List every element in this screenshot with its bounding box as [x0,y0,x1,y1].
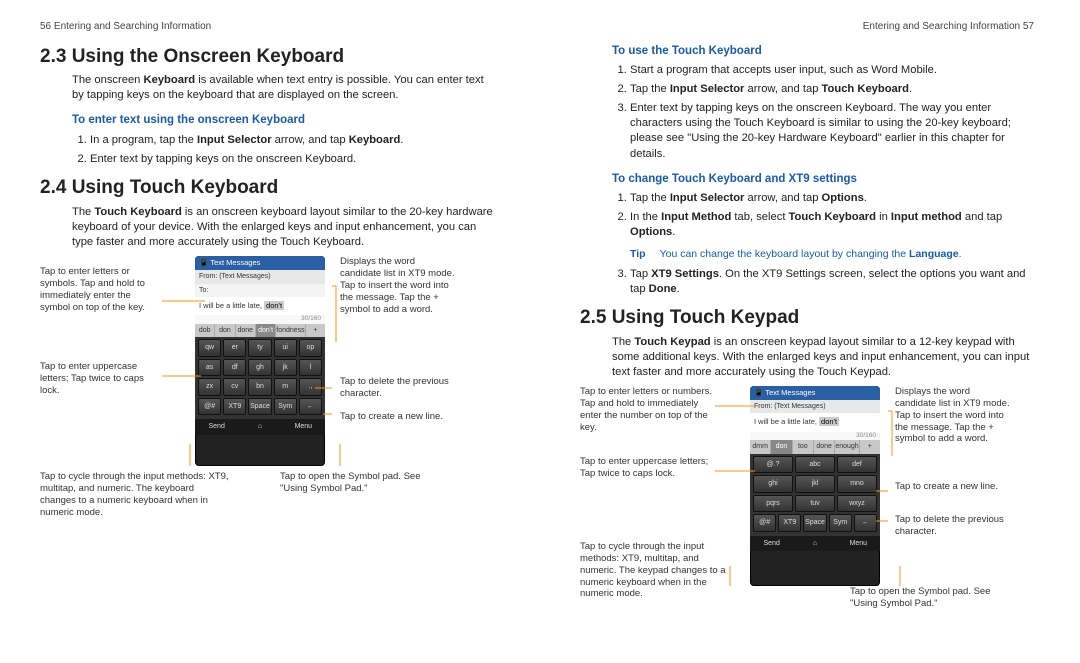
callout-symbolpad: Tap to open the Symbol pad. See "Using S… [850,586,1020,610]
touch-keypad-diagram: 📱 Text Messages From: (Text Messages) I … [580,386,1034,636]
page-57: Entering and Searching Information 57 To… [540,0,1080,663]
phone-title-bar: 📱 Text Messages [750,386,880,400]
phone-from: From: (Text Messages) [195,270,325,283]
section-2-3-body: The onscreen Keyboard is available when … [72,73,494,167]
callout-symbolpad: Tap to open the Symbol pad. See "Using S… [280,471,450,495]
step: Start a program that accepts user input,… [630,63,1034,78]
section-2-5-body: The Touch Keypad is an onscreen keypad l… [612,335,1034,380]
phone-message: I will be a little late, don't [195,297,325,315]
subhead-change-settings: To change Touch Keyboard and XT9 setting… [612,172,1034,188]
subhead-enter-text: To enter text using the onscreen Keyboar… [72,113,494,129]
steps-list: Tap the Input Selector arrow, and tap Op… [612,191,1034,240]
phone-message: I will be a little late, don't [750,413,880,431]
callout-caps: Tap to enter uppercase letters; Tap twic… [580,456,710,480]
steps-list: Tap XT9 Settings. On the XT9 Settings sc… [612,267,1034,297]
callout-cycle: Tap to cycle through the input methods: … [40,471,230,519]
prediction-row: dmmdontoodoneenough+ [750,440,880,453]
step: Tap XT9 Settings. On the XT9 Settings sc… [630,267,1034,297]
phone-from: From: (Text Messages) [750,400,880,413]
phone-counter: 30/160 [195,315,325,324]
callout-newline: Tap to create a new line. [340,411,455,423]
callout-letters: Tap to enter letters or numbers. Tap and… [580,386,720,434]
phone-counter: 30/160 [750,432,880,441]
step: Enter text by tapping keys on the onscre… [90,152,494,167]
step: In the Input Method tab, select Touch Ke… [630,210,1034,240]
callout-letters: Tap to enter letters or symbols. Tap and… [40,266,160,314]
tip-text: You can change the keyboard layout by ch… [660,247,962,261]
page-56: 56 Entering and Searching Information 2.… [0,0,540,663]
running-head-left: 56 Entering and Searching Information [40,20,494,34]
phone-bottom-bar: Send⌂Menu [750,536,880,551]
step: Tap the Input Selector arrow, and tap To… [630,82,1034,97]
text: The onscreen [72,74,144,86]
callout-caps: Tap to enter uppercase letters; Tap twic… [40,361,160,397]
steps-list: In a program, tap the Input Selector arr… [72,133,494,167]
phone-screenshot-12key: 📱 Text Messages From: (Text Messages) I … [750,386,880,586]
callout-cycle: Tap to cycle through the input methods: … [580,541,730,600]
section-2-4-title: 2.4 Using Touch Keyboard [40,175,494,201]
keypad-12key: @.?abcdef ghijklmno pqrstuvwxyz @#XT9Spa… [750,454,880,536]
callout-candidates: Displays the word candidate list in XT9 … [340,256,455,315]
page-spread: 56 Entering and Searching Information 2.… [0,0,1080,663]
phone-screenshot-20key: 📱 Text Messages From: (Text Messages) To… [195,256,325,466]
step: Enter text by tapping keys on the onscre… [630,101,1034,161]
keyword: Keyboard [144,74,196,86]
tip-label: Tip [630,247,646,261]
step: Tap the Input Selector arrow, and tap Op… [630,191,1034,206]
callout-candidates: Displays the word candidate list in XT9 … [895,386,1010,445]
section-2-4-body: The Touch Keyboard is an onscreen keyboa… [72,205,494,250]
phone-title-bar: 📱 Text Messages [195,256,325,270]
step: In a program, tap the Input Selector arr… [90,133,494,148]
phone-bottom-bar: Send⌂Menu [195,419,325,434]
keyboard-20key: qwertyuiop asdfghjkl zxcvbnm., @#XT9Spac… [195,337,325,419]
callout-newline: Tap to create a new line. [895,481,1010,493]
subhead-use-touch-kbd: To use the Touch Keyboard [612,44,1034,60]
tip-row: Tip You can change the keyboard layout b… [630,247,1034,261]
steps-list: Start a program that accepts user input,… [612,63,1034,162]
callout-delete: Tap to delete the previous character. [895,514,1010,538]
callout-delete: Tap to delete the previous character. [340,376,455,400]
section-2-3-title: 2.3 Using the Onscreen Keyboard [40,44,494,70]
running-head-right: Entering and Searching Information 57 [580,20,1034,34]
section-2-5-title: 2.5 Using Touch Keypad [580,305,1034,331]
touch-keyboard-diagram: 📱 Text Messages From: (Text Messages) To… [40,256,494,536]
prediction-row: dobdondonedon'tfondness+ [195,324,325,337]
phone-to: To: [195,284,325,297]
